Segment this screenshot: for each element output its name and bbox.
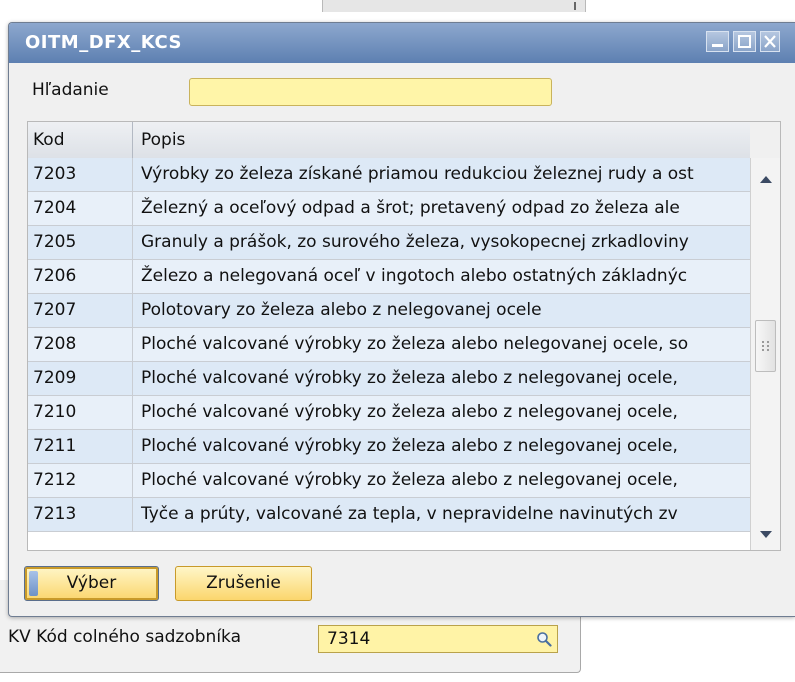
customs-code-value: 7314 xyxy=(327,629,371,649)
vertical-scrollbar[interactable] xyxy=(750,158,780,550)
background-tick-mark xyxy=(574,2,576,10)
cell-popis: Ploché valcované výrobky zo železa alebo… xyxy=(141,436,678,456)
scrollbar-thumb[interactable] xyxy=(755,320,776,372)
cell-popis: Granuly a prášok, zo surového železa, vy… xyxy=(141,232,689,252)
header-filler xyxy=(750,122,780,158)
table-row[interactable]: 7207 Polotovary zo železa alebo z nelegov… xyxy=(28,294,750,328)
table-row[interactable]: 7212 Ploché valcované výrobky zo železa a… xyxy=(28,464,750,498)
table-row[interactable]: 7206 Železo a nelegovaná oceľ v ingotoch … xyxy=(28,260,750,294)
minimize-icon[interactable] xyxy=(706,31,729,52)
cell-popis: Ploché valcované výrobky zo železa alebo… xyxy=(141,368,678,388)
search-label: Hľadanie xyxy=(32,80,109,100)
cancel-button-label: Zrušenie xyxy=(206,573,281,593)
cell-kod: 7207 xyxy=(33,300,77,320)
table-row[interactable]: 7213 Tyče a prúty, valcované za tepla, v … xyxy=(28,498,750,532)
cell-popis: Tyče a prúty, valcované za tepla, v nepr… xyxy=(141,504,678,524)
table-body: 7203 Výrobky zo železa získané priamou re… xyxy=(28,158,750,550)
cell-popis: Ploché valcované výrobky zo železa alebo… xyxy=(141,334,689,354)
column-header-kod[interactable]: Kod xyxy=(33,130,65,150)
table-row[interactable]: 7210 Ploché valcované výrobky zo železa a… xyxy=(28,396,750,430)
search-input[interactable] xyxy=(189,78,552,106)
cell-popis: Železný a oceľový odpad a šrot; pretaven… xyxy=(141,198,680,218)
background-toolbar-strip xyxy=(322,0,586,12)
cell-kod: 7205 xyxy=(33,232,77,252)
cell-popis: Polotovary zo železa alebo z nelegovanej… xyxy=(141,300,542,320)
customs-code-label: KV Kód colného sadzobníka xyxy=(8,627,242,647)
cell-popis: Železo a nelegovaná oceľ v ingotoch aleb… xyxy=(141,266,688,286)
maximize-icon[interactable] xyxy=(733,31,756,52)
cell-kod: 7204 xyxy=(33,198,77,218)
cell-kod: 7213 xyxy=(33,504,77,524)
cell-popis: Ploché valcované výrobky zo železa alebo… xyxy=(141,470,678,490)
close-icon[interactable] xyxy=(760,31,780,52)
column-divider[interactable] xyxy=(132,122,133,158)
dialog-titlebar[interactable]: OITM_DFX_KCS xyxy=(9,23,795,63)
table-row[interactable]: 7211 Ploché valcované výrobky zo železa a… xyxy=(28,430,750,464)
cell-kod: 7212 xyxy=(33,470,77,490)
scroll-down-arrow-icon[interactable] xyxy=(758,526,774,538)
results-table: Kod Popis 7203 Výrobky zo železa získané … xyxy=(27,121,781,551)
cell-kod: 7208 xyxy=(33,334,77,354)
select-button-label: Výber xyxy=(66,573,117,593)
choose-from-list-dialog: OITM_DFX_KCS Hľadanie Kod Popis 7203 Výro… xyxy=(8,22,795,617)
column-header-popis[interactable]: Popis xyxy=(141,130,185,150)
cell-kod: 7203 xyxy=(33,164,77,184)
select-button[interactable]: Výber xyxy=(24,566,159,601)
table-header: Kod Popis xyxy=(28,122,750,159)
search-icon[interactable] xyxy=(536,631,552,647)
cell-kod: 7206 xyxy=(33,266,77,286)
cell-kod: 7211 xyxy=(33,436,77,456)
table-row[interactable]: 7208 Ploché valcované výrobky zo železa a… xyxy=(28,328,750,362)
table-row[interactable]: 7203 Výrobky zo železa získané priamou re… xyxy=(28,158,750,192)
dialog-title: OITM_DFX_KCS xyxy=(25,32,182,53)
customs-code-field[interactable]: 7314 xyxy=(318,625,558,653)
cancel-button[interactable]: Zrušenie xyxy=(175,566,312,601)
cell-kod: 7209 xyxy=(33,368,77,388)
cell-popis: Výrobky zo železa získané priamou redukc… xyxy=(141,164,694,184)
table-row[interactable]: 7209 Ploché valcované výrobky zo železa a… xyxy=(28,362,750,396)
scroll-up-arrow-icon[interactable] xyxy=(758,170,774,183)
table-row[interactable]: 7204 Železný a oceľový odpad a šrot; pret… xyxy=(28,192,750,226)
cell-kod: 7210 xyxy=(33,402,77,422)
table-row[interactable]: 7205 Granuly a prášok, zo surového železa… xyxy=(28,226,750,260)
focus-indicator xyxy=(29,571,38,596)
cell-popis: Ploché valcované výrobky zo železa alebo… xyxy=(141,402,678,422)
